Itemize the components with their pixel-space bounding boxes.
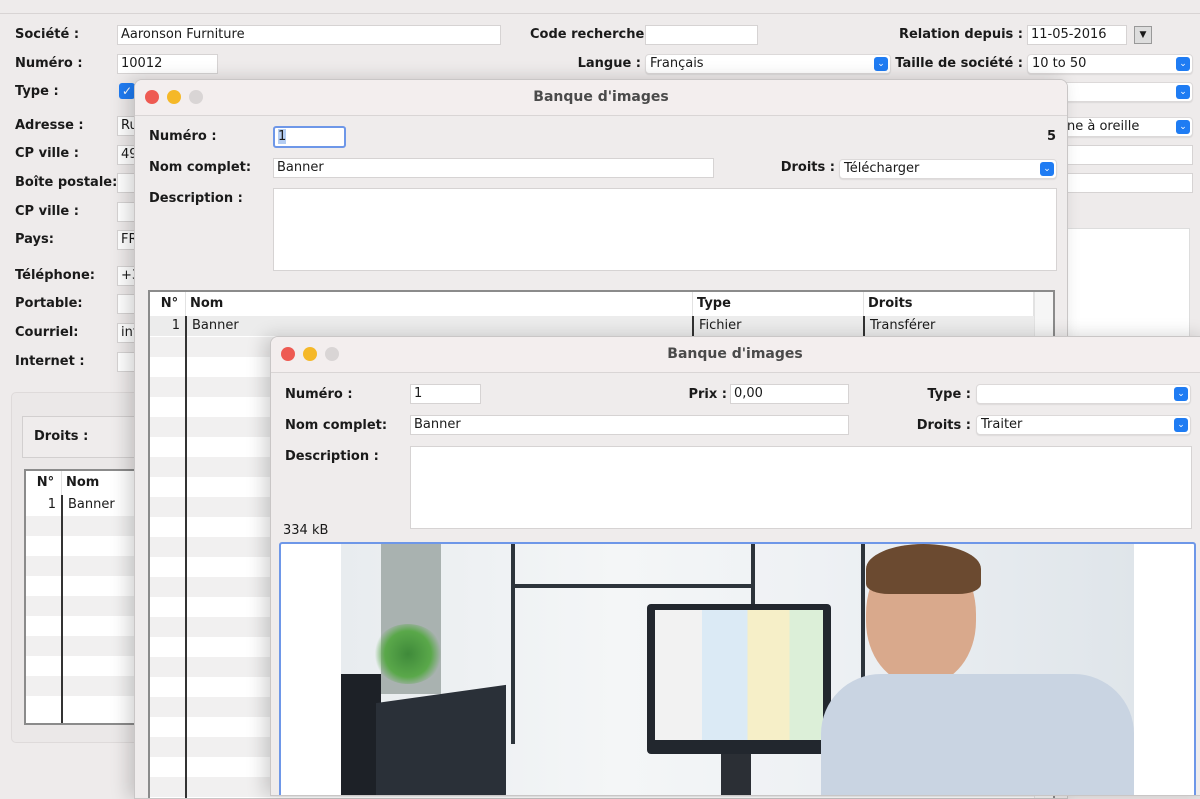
droits-select[interactable]: Télécharger ⌄	[839, 159, 1057, 179]
societe-input[interactable]: Aaronson Furniture	[117, 25, 501, 45]
droits-label: Droits :	[916, 418, 971, 433]
window-title: Banque d'images	[533, 89, 669, 105]
taille-label: Taille de société :	[895, 56, 1023, 71]
pays-label: Pays:	[15, 232, 54, 247]
description-label: Description :	[149, 191, 243, 206]
chevron-down-icon: ⌄	[1176, 85, 1190, 99]
nom-complet-label: Nom complet:	[149, 160, 252, 175]
prix-input[interactable]: 0,00	[730, 384, 849, 404]
relation-depuis-label: Relation depuis :	[898, 27, 1023, 42]
cell-no: 1	[171, 318, 180, 333]
numero-input[interactable]: 1	[410, 384, 481, 404]
prix-label: Prix :	[688, 387, 727, 402]
col-header-droits[interactable]: Droits	[864, 292, 1034, 316]
cell-droits: Transférer	[870, 318, 936, 333]
col-header-no[interactable]: N°	[150, 292, 186, 316]
droits-value: Télécharger	[844, 161, 920, 176]
courriel-label: Courriel:	[15, 325, 79, 340]
boite-postale-label: Boîte postale:	[15, 175, 118, 190]
relation-depuis-input[interactable]: 11-05-2016	[1027, 25, 1127, 45]
numero-input[interactable]: 10012	[117, 54, 218, 74]
numero-label: Numéro :	[285, 387, 353, 402]
title-bar: Banque d'images	[135, 80, 1067, 116]
langue-label: Langue :	[577, 56, 641, 71]
nom-complet-label: Nom complet:	[285, 418, 388, 433]
type-label: Type :	[15, 84, 59, 99]
droits-label: Droits :	[780, 160, 835, 175]
chevron-down-icon: ⌄	[1174, 387, 1188, 401]
cell-type: Fichier	[699, 318, 742, 333]
table-row[interactable]: 1 Banner Fichier Transférer	[150, 316, 1034, 336]
cp-ville-label: CP ville :	[15, 146, 79, 161]
file-size: 334 kB	[283, 523, 329, 538]
image-bank-dialog-2: Banque d'images Numéro : 1 Prix : 0,00 T…	[270, 336, 1200, 796]
droits-select[interactable]: Traiter ⌄	[976, 415, 1191, 435]
type-label: Type :	[927, 387, 971, 402]
chevron-down-icon: ⌄	[1174, 418, 1188, 432]
droits-label: Droits :	[34, 429, 89, 444]
type-checkbox[interactable]: ✓	[119, 83, 135, 99]
nom-complet-input[interactable]: Banner	[273, 158, 714, 178]
col-header-type[interactable]: Type	[693, 292, 864, 316]
code-recherche-input[interactable]	[645, 25, 758, 45]
numero-label: Numéro :	[149, 129, 217, 144]
window-title: Banque d'images	[667, 346, 803, 362]
societe-label: Société :	[15, 27, 80, 42]
nom-complet-input[interactable]: Banner	[410, 415, 849, 435]
numero-input[interactable]: 1	[273, 126, 346, 148]
telephone-label: Téléphone:	[15, 268, 95, 283]
image-preview[interactable]	[279, 542, 1196, 795]
notes-textarea[interactable]	[1060, 228, 1190, 340]
photo-laptop	[376, 684, 506, 795]
title-bar: Banque d'images	[271, 337, 1200, 373]
code-recherche-label: Code recherche:	[530, 27, 650, 42]
cell-no: 1	[47, 497, 56, 512]
type-select[interactable]: ⌄	[976, 384, 1191, 404]
numero-value: 1	[278, 129, 287, 144]
taille-value: 10 to 50	[1032, 56, 1087, 71]
numero-label: Numéro :	[15, 56, 83, 71]
chevron-down-icon: ⌄	[1176, 120, 1190, 134]
source-value: ne à oreille	[1067, 119, 1140, 134]
office-photo	[341, 544, 1134, 795]
cp-ville2-label: CP ville :	[15, 204, 79, 219]
adresse-label: Adresse :	[15, 118, 84, 133]
photo-monitor	[647, 604, 831, 754]
chevron-down-icon: ⌄	[1040, 162, 1054, 176]
col-header-nom[interactable]: Nom	[186, 292, 693, 316]
right-input-1[interactable]	[1060, 145, 1193, 165]
langue-value: Français	[650, 56, 704, 71]
record-count: 5	[1047, 129, 1057, 144]
langue-select[interactable]: Français ⌄	[645, 54, 891, 74]
photo-plant	[373, 624, 443, 684]
date-picker-button[interactable]: ▼	[1134, 26, 1152, 44]
top-divider	[0, 13, 1200, 14]
cell-nom: Banner	[192, 318, 239, 333]
cell-nom: Banner	[68, 497, 115, 512]
droits-value: Traiter	[981, 417, 1023, 432]
col-header-no[interactable]: N°	[26, 471, 62, 495]
photo-person-shirt	[821, 674, 1134, 795]
description-textarea[interactable]	[273, 188, 1057, 271]
description-label: Description :	[285, 449, 379, 464]
portable-label: Portable:	[15, 296, 83, 311]
taille-select[interactable]: 10 to 50 ⌄	[1027, 54, 1193, 74]
internet-label: Internet :	[15, 354, 85, 369]
right-input-2[interactable]	[1060, 173, 1193, 193]
chevron-down-icon: ⌄	[1176, 57, 1190, 71]
description-textarea[interactable]	[410, 446, 1192, 529]
